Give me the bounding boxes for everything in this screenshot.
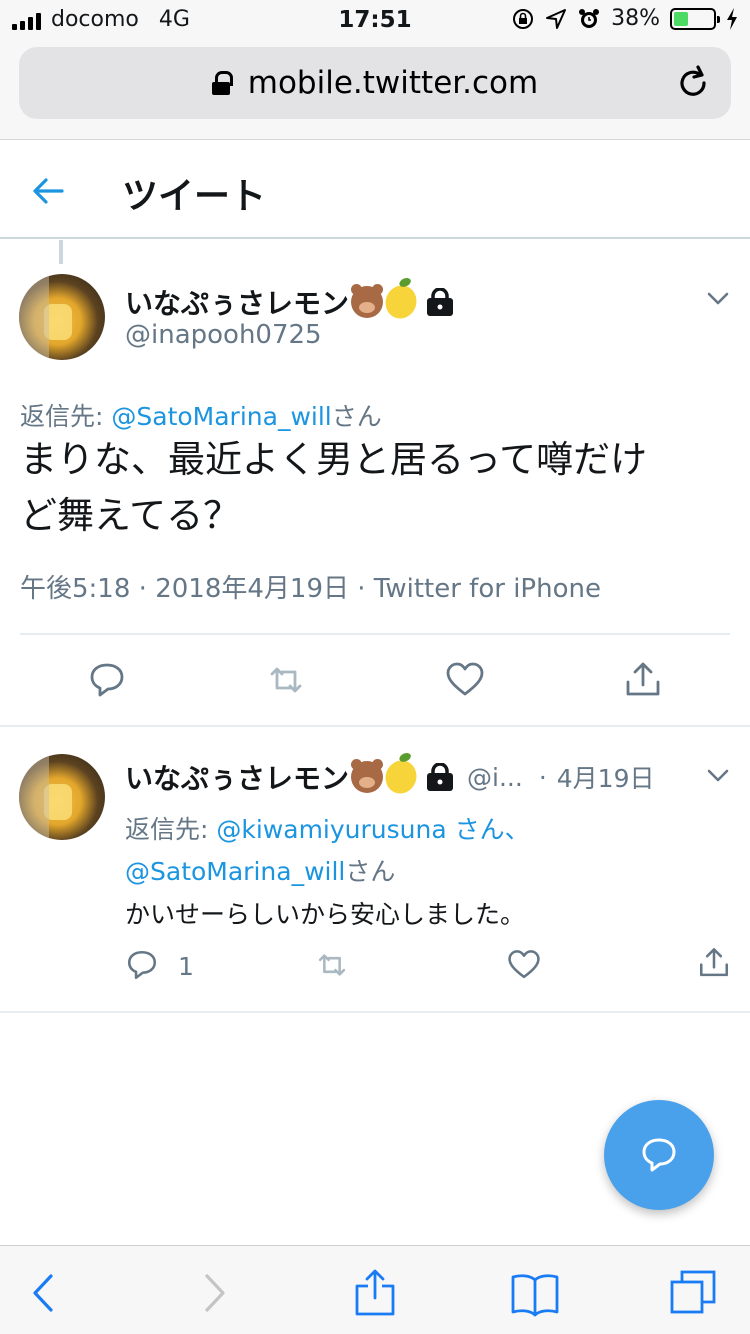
lock-icon [211, 71, 233, 95]
tweet-text-line: まりな、最近よく男と居るって噂だけ [20, 438, 648, 481]
display-name: いなぷぅさレモン [125, 762, 350, 795]
reply-to-prefix: 返信先: [20, 402, 112, 431]
compose-reply-button[interactable] [604, 1100, 714, 1210]
main-tweet-author[interactable]: いなぷぅさレモン [125, 276, 455, 324]
tweet-source[interactable]: Twitter for iPhone [374, 574, 601, 604]
reply-tweet-author[interactable]: いなぷぅさレモン @i... · 4月19日 [125, 751, 655, 799]
tweet-date[interactable]: 4月19日 [557, 759, 655, 795]
browser-share-icon[interactable] [350, 1268, 400, 1318]
reload-icon[interactable] [673, 63, 713, 103]
bear-emoji-icon [351, 284, 384, 318]
alarm-icon [579, 8, 600, 28]
rotation-lock-icon [513, 8, 534, 29]
page-header: ツイート [0, 141, 750, 239]
reply-tweet-text: かいせーらしいから安心しました。 [125, 900, 526, 929]
browser-address-area: mobile.twitter.com [0, 40, 750, 140]
user-handle[interactable]: @i... [467, 763, 523, 792]
reply-to-user-link[interactable]: @SatoMarina_will [111, 402, 331, 431]
status-bar: docomo 4G 17:51 38% [0, 0, 750, 40]
share-icon[interactable] [623, 660, 663, 700]
reply-to-user-link[interactable]: @SatoMarina_will [125, 857, 345, 886]
browser-toolbar [0, 1245, 750, 1334]
reply-icon[interactable] [125, 948, 159, 982]
reply-to-prefix: 返信先: [125, 815, 217, 844]
tweet-text: まりな、最近よく男と居るって噂だけ ど舞えてる？ [20, 432, 730, 544]
chevron-down-icon[interactable] [705, 762, 731, 788]
avatar[interactable] [19, 754, 105, 840]
tweet-meta: 午後5:18 · 2018年4月19日 · Twitter for iPhone [20, 568, 601, 605]
protected-lock-icon [427, 763, 454, 791]
bear-emoji-icon [351, 759, 384, 793]
meta-separator: · [357, 574, 374, 604]
lemon-emoji-icon [379, 751, 423, 799]
charging-bolt-icon [727, 7, 737, 30]
status-right: 38% [511, 6, 738, 31]
bookmarks-icon[interactable] [510, 1268, 560, 1318]
chevron-down-icon[interactable] [705, 285, 731, 311]
reply-to-line: 返信先: @SatoMarina_willさん [20, 397, 382, 433]
reply-icon[interactable] [87, 660, 127, 700]
tweet-text-line: ど舞えてる？ [20, 494, 241, 537]
back-arrow-icon[interactable] [30, 173, 66, 209]
reply-to-line: 返信先: @kiwamiyurusuna さん、 [125, 810, 530, 846]
share-icon[interactable] [697, 946, 731, 980]
divider [0, 725, 750, 727]
browser-forward-icon[interactable] [188, 1268, 238, 1318]
protected-lock-icon [427, 288, 454, 316]
reply-to-suffix: さん [331, 402, 382, 431]
reply-to-line: @SatoMarina_willさん [125, 852, 395, 888]
address-bar[interactable]: mobile.twitter.com [19, 47, 731, 119]
like-heart-icon[interactable] [507, 948, 541, 982]
lemon-emoji-icon [379, 276, 423, 324]
url-text: mobile.twitter.com [247, 65, 539, 101]
compose-reply-icon [642, 1138, 676, 1172]
tweet-date[interactable]: 2018年4月19日 [155, 574, 349, 604]
battery-percent: 38% [611, 6, 660, 31]
retweet-icon[interactable] [315, 948, 349, 982]
location-icon [546, 8, 567, 29]
divider [0, 1011, 750, 1013]
browser-back-icon[interactable] [20, 1268, 70, 1318]
tabs-icon[interactable] [668, 1268, 718, 1318]
thread-connector-line [59, 240, 63, 264]
meta-separator: · [538, 762, 547, 792]
meta-separator: · [138, 574, 156, 604]
page-title: ツイート [122, 176, 267, 217]
avatar[interactable] [19, 274, 105, 360]
tweet-time[interactable]: 午後5:18 [20, 574, 130, 604]
user-handle[interactable]: @inapooh0725 [125, 320, 322, 350]
divider [20, 633, 730, 635]
reply-count: 1 [178, 952, 194, 981]
battery-icon [670, 7, 720, 30]
reply-to-suffix: さん [345, 857, 396, 886]
retweet-icon[interactable] [266, 660, 306, 700]
reply-to-user-link[interactable]: @kiwamiyurusuna さん、 [216, 815, 529, 844]
display-name: いなぷぅさレモン [125, 287, 350, 320]
like-heart-icon[interactable] [445, 660, 485, 700]
